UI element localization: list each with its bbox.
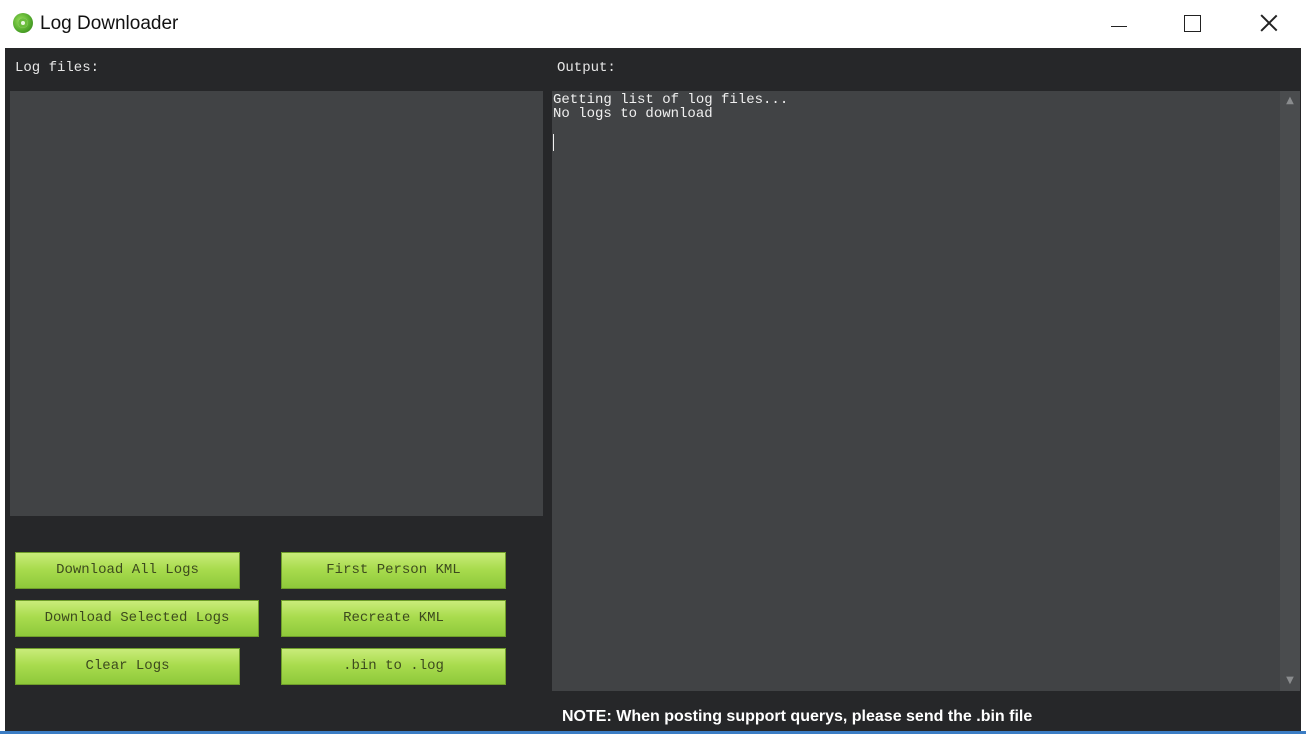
log-downloader-window: Log Downloader Log files: Output: Gettin… [0, 0, 1306, 734]
download-all-logs-button[interactable]: Download All Logs [15, 552, 240, 589]
output-textbox[interactable]: Getting list of log files... No logs to d… [552, 91, 1300, 691]
recreate-kml-button[interactable]: Recreate KML [281, 600, 506, 637]
text-caret [553, 134, 554, 151]
first-person-kml-button[interactable]: First Person KML [281, 552, 506, 589]
scroll-up-icon[interactable]: ▲ [1280, 91, 1300, 111]
minimize-icon[interactable] [1080, 0, 1156, 48]
output-line: Getting list of log files... [553, 92, 789, 108]
output-label: Output: [557, 60, 616, 76]
log-files-label: Log files: [15, 60, 100, 76]
output-line: No logs to download [553, 106, 713, 122]
maximize-icon[interactable] [1156, 0, 1232, 48]
window-title: Log Downloader [40, 13, 179, 34]
ardupilot-logo-icon [13, 13, 33, 33]
scroll-down-icon[interactable]: ▼ [1280, 671, 1300, 691]
support-note: NOTE: When posting support querys, pleas… [562, 708, 1033, 725]
output-text: Getting list of log files... No logs to d… [553, 93, 1271, 121]
log-files-list[interactable] [10, 91, 543, 516]
download-selected-logs-button[interactable]: Download Selected Logs [15, 600, 259, 637]
clear-logs-button[interactable]: Clear Logs [15, 648, 240, 685]
client-area: Log files: Output: Getting list of log f… [5, 48, 1301, 732]
close-icon[interactable] [1232, 0, 1306, 48]
bin-to-log-button[interactable]: .bin to .log [281, 648, 506, 685]
title-bar[interactable]: Log Downloader [0, 0, 1306, 48]
output-scrollbar[interactable]: ▲ ▼ [1280, 91, 1300, 691]
